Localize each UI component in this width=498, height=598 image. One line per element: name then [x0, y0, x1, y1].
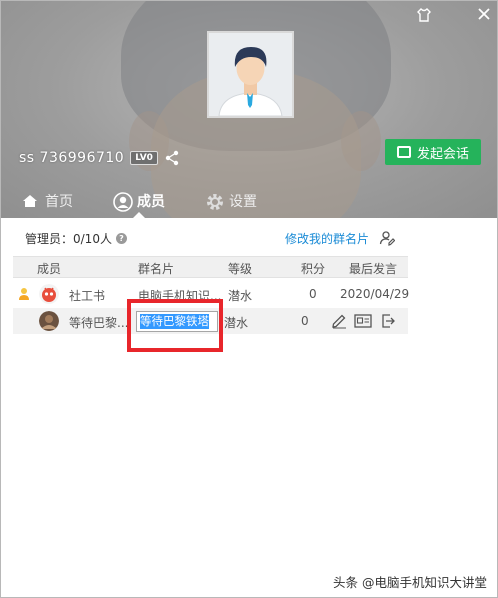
tab-home-label: 首页	[45, 194, 73, 210]
group-header: ss 736996710 LV0 发起会话 首页 成员 设置	[1, 1, 497, 218]
tab-bar: 首页 成员 设置	[1, 184, 497, 218]
column-header-points[interactable]: 积分	[301, 260, 325, 277]
chat-icon	[396, 146, 411, 158]
member-points: 0	[309, 287, 317, 301]
member-level: 潜水	[224, 316, 249, 330]
member-name: 社工书	[69, 289, 106, 303]
group-info-window: ss 736996710 LV0 发起会话 首页 成员 设置 管理员：0/10人…	[0, 0, 498, 598]
share-icon[interactable]	[164, 150, 180, 166]
edit-group-card-link[interactable]: 修改我的群名片	[285, 230, 369, 247]
member-table-header: 成员 群名片 等级 积分 最后发言	[13, 256, 408, 278]
column-header-last-speak[interactable]: 最后发言	[349, 260, 397, 277]
tab-settings-label: 设置	[229, 194, 257, 210]
admin-count-label: 管理员：0/10人	[25, 232, 112, 246]
tab-home[interactable]: 首页	[1, 184, 93, 218]
level-badge: LV0	[130, 151, 158, 165]
remove-member-icon[interactable]	[380, 313, 396, 329]
group-id-row: ss 736996710 LV0	[19, 148, 180, 168]
tab-members-label: 成员	[137, 194, 165, 210]
close-icon[interactable]	[475, 7, 493, 25]
member-last-speak: 2020/04/29	[340, 287, 410, 301]
column-header-card[interactable]: 群名片	[138, 260, 174, 277]
avatar[interactable]	[39, 311, 59, 331]
member-points: 0	[301, 314, 309, 328]
group-id: ss 736996710	[19, 150, 125, 166]
watermark: 头条 @电脑手机知识大讲堂	[333, 575, 487, 590]
gear-icon	[205, 192, 223, 210]
help-icon[interactable]: ?	[115, 233, 127, 244]
tab-settings[interactable]: 设置	[185, 184, 277, 218]
home-icon	[21, 192, 39, 210]
shirt-icon[interactable]	[415, 7, 433, 25]
member-name: 等待巴黎...	[69, 316, 129, 330]
group-owner-icon	[18, 287, 30, 301]
avatar[interactable]	[39, 284, 59, 304]
person-edit-icon[interactable]	[379, 230, 396, 246]
group-avatar[interactable]	[207, 31, 294, 118]
column-header-level[interactable]: 等级	[228, 260, 252, 277]
start-chat-button[interactable]: 发起会话	[385, 139, 481, 165]
admin-count: 管理员：0/10人 ?	[25, 230, 127, 247]
pencil-icon[interactable]	[331, 313, 347, 329]
tab-members[interactable]: 成员	[93, 184, 185, 218]
start-chat-label: 发起会话	[416, 146, 469, 162]
member-level: 潜水	[228, 289, 253, 303]
column-header-member[interactable]: 成员	[37, 260, 61, 277]
profile-card-icon[interactable]	[354, 313, 372, 329]
member-icon	[113, 192, 133, 212]
highlight-annotation	[127, 299, 223, 352]
